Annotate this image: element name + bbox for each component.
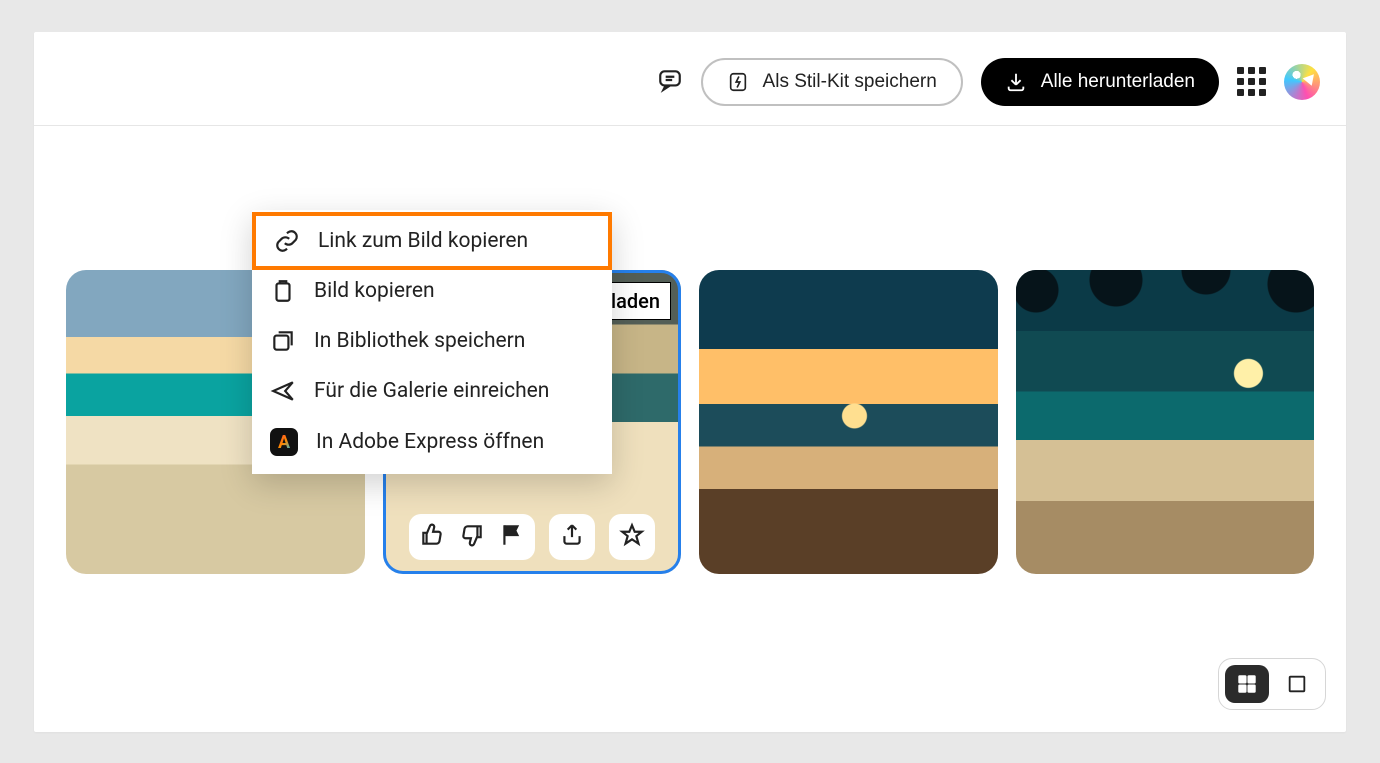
app-frame: Als Stil-Kit speichern Alle herunterlade… xyxy=(34,32,1346,732)
send-icon xyxy=(270,378,296,404)
ctx-save-library[interactable]: In Bibliothek speichern xyxy=(252,316,612,366)
feedback-icon[interactable] xyxy=(657,67,683,97)
save-stylekit-label: Als Stil-Kit speichern xyxy=(763,71,937,93)
fav-group xyxy=(609,514,655,560)
ctx-item-label: Für die Galerie einreichen xyxy=(314,379,549,403)
rate-group xyxy=(409,514,535,560)
result-tile[interactable] xyxy=(1016,270,1315,574)
grid-icon xyxy=(1236,673,1258,695)
ctx-open-express[interactable]: A In Adobe Express öffnen xyxy=(252,416,612,468)
link-icon xyxy=(274,228,300,254)
clipboard-icon xyxy=(270,278,296,304)
avatar[interactable] xyxy=(1284,64,1320,100)
library-icon xyxy=(270,328,296,354)
star-icon[interactable] xyxy=(619,522,645,552)
download-all-label: Alle herunterladen xyxy=(1041,71,1195,93)
context-menu: Link zum Bild kopieren Bild kopieren In … xyxy=(252,210,612,474)
ctx-item-label: Bild kopieren xyxy=(314,279,435,303)
apps-grid-icon[interactable] xyxy=(1237,67,1266,96)
ctx-submit-gallery[interactable]: Für die Galerie einreichen xyxy=(252,366,612,416)
top-bar: Als Stil-Kit speichern Alle herunterlade… xyxy=(34,38,1346,126)
save-stylekit-button[interactable]: Als Stil-Kit speichern xyxy=(701,58,963,106)
thumbs-up-icon[interactable] xyxy=(419,522,445,552)
view-single-button[interactable] xyxy=(1275,665,1319,703)
view-grid-button[interactable] xyxy=(1225,665,1269,703)
share-group xyxy=(549,514,595,560)
result-tile[interactable] xyxy=(699,270,998,574)
download-icon xyxy=(1005,71,1027,93)
download-all-button[interactable]: Alle herunterladen xyxy=(981,58,1219,106)
thumbs-down-icon[interactable] xyxy=(459,522,485,552)
ctx-item-label: In Bibliothek speichern xyxy=(314,329,525,353)
ctx-item-label: Link zum Bild kopieren xyxy=(318,229,528,253)
ctx-copy-image[interactable]: Bild kopieren xyxy=(252,266,612,316)
square-icon xyxy=(1286,673,1308,695)
ctx-copy-link[interactable]: Link zum Bild kopieren xyxy=(252,212,612,270)
tile-action-row xyxy=(383,514,682,560)
adobe-express-icon: A xyxy=(270,428,298,456)
ctx-item-label: In Adobe Express öffnen xyxy=(316,430,544,454)
share-icon[interactable] xyxy=(559,522,585,552)
view-toggle xyxy=(1218,658,1326,710)
flag-icon[interactable] xyxy=(499,522,525,552)
flash-icon xyxy=(727,71,749,93)
